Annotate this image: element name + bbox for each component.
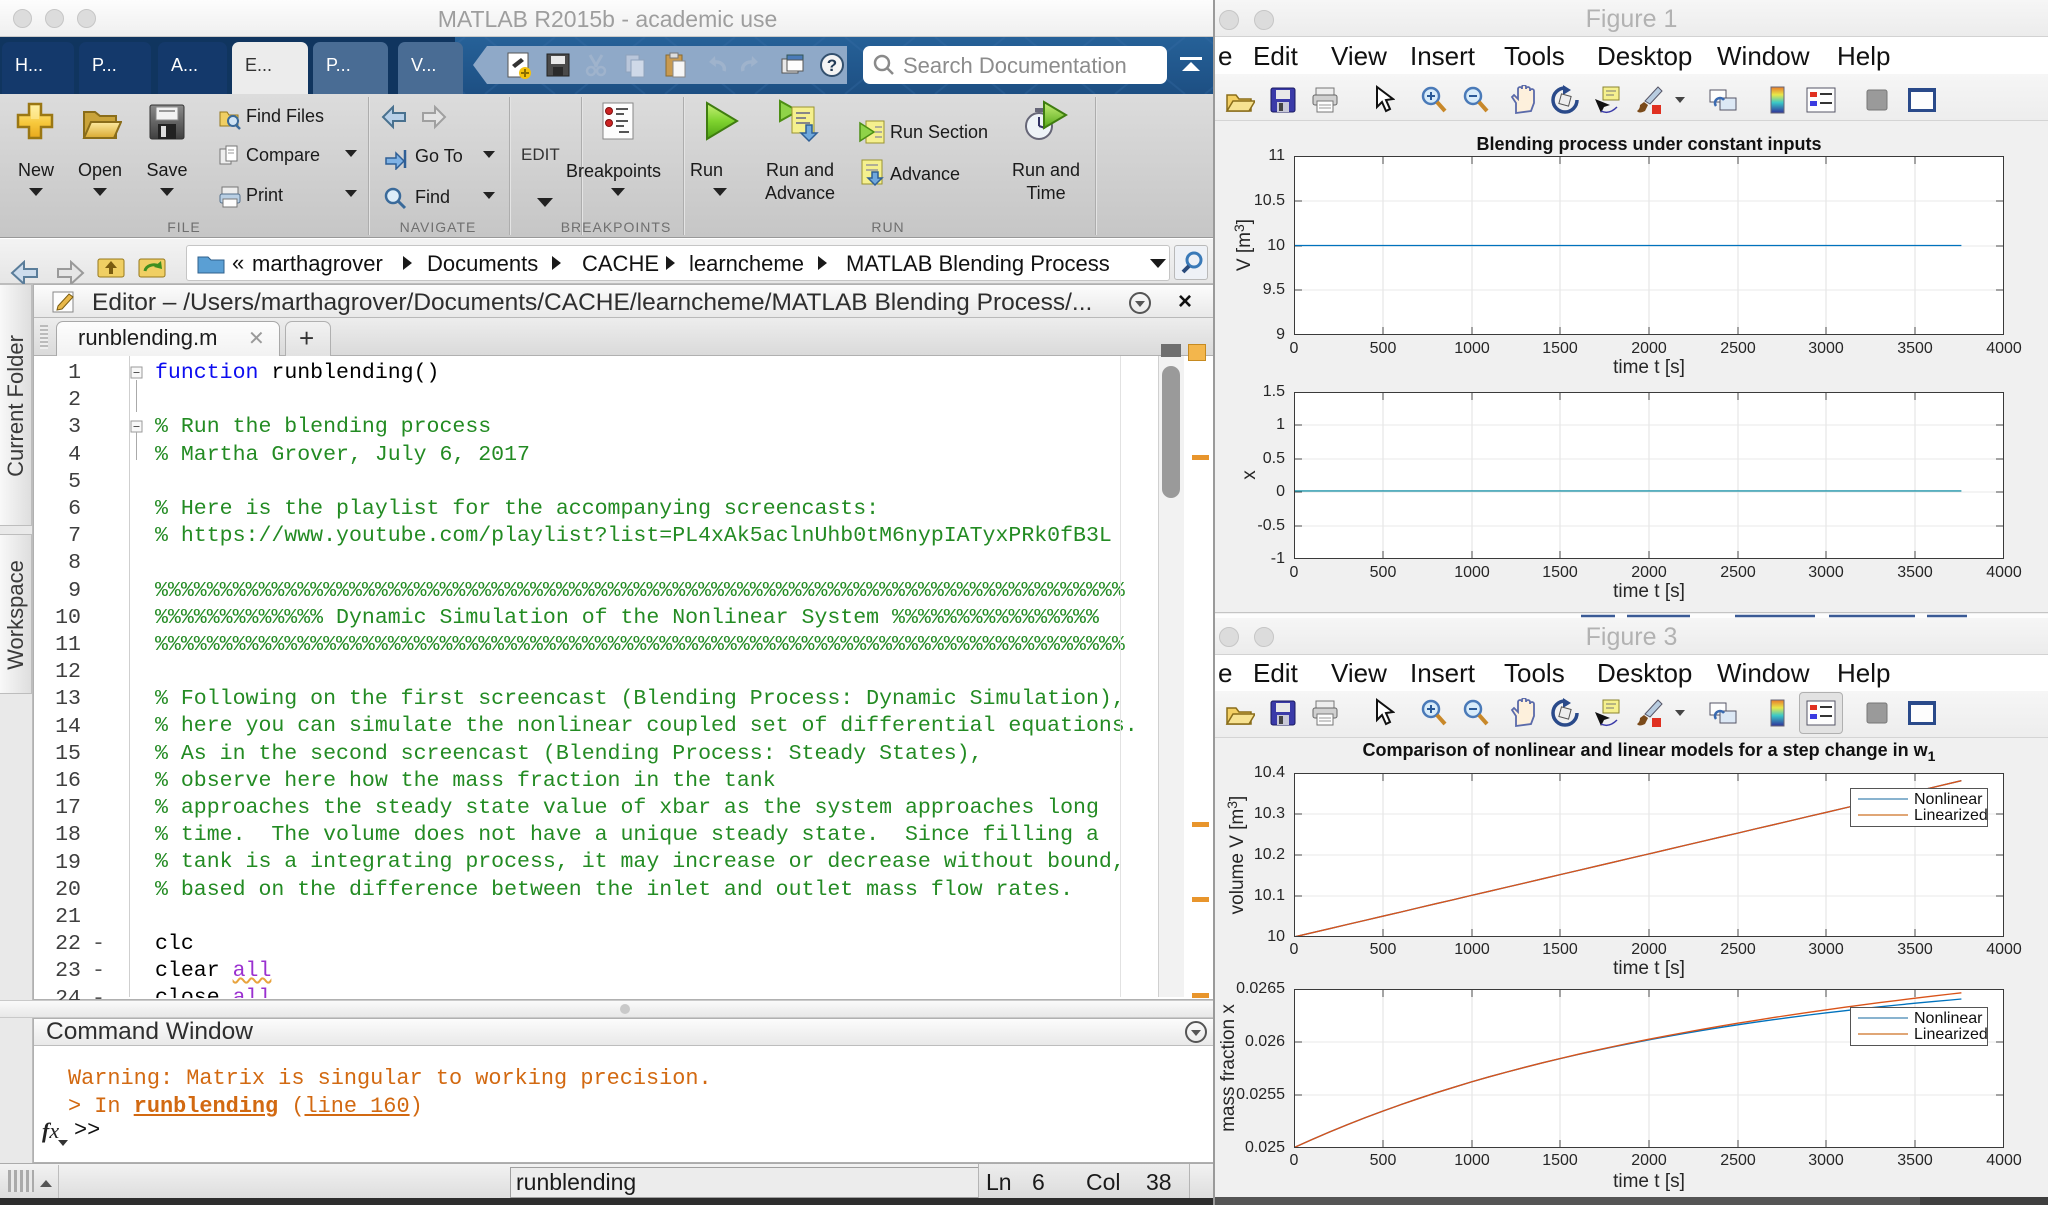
svg-text:?: ? [827, 56, 837, 75]
